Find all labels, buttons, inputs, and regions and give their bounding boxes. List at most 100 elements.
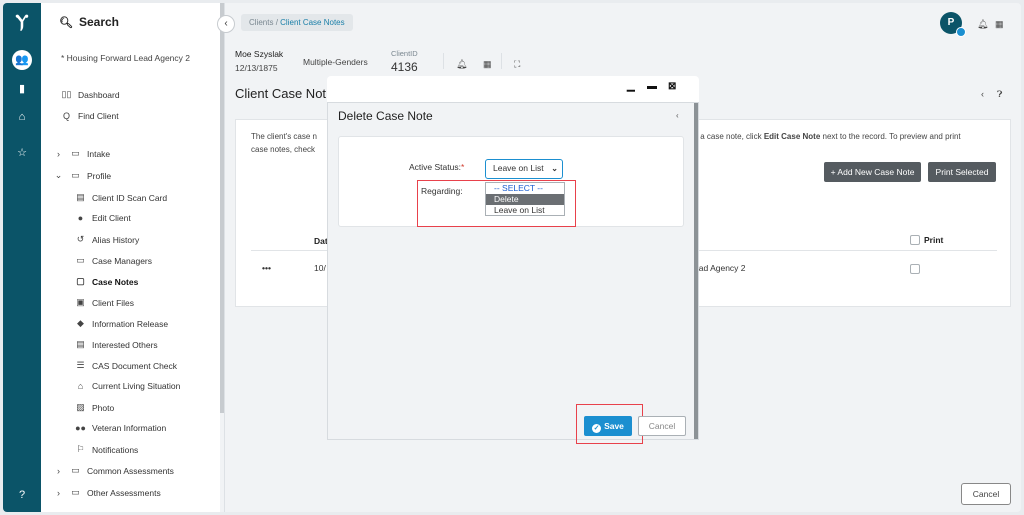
breadcrumb-clients[interactable]: Clients: [249, 18, 273, 27]
agency-name[interactable]: * Housing Forward Lead Agency 2: [61, 53, 190, 63]
left-rail: Ⲩ 👥 ▮ ⌂ ☆ ?: [3, 3, 41, 512]
collapse-icon[interactable]: ‹: [676, 111, 679, 120]
sidebar-item-client-files[interactable]: ▣ Client Files: [75, 297, 134, 308]
sidebar-item-profile[interactable]: ⌄ ▭ Profile: [53, 170, 111, 181]
active-status-select[interactable]: Leave on List ⌄: [485, 159, 563, 179]
sidebar-item-case-managers[interactable]: ▭ Case Managers: [75, 255, 152, 266]
home-icon[interactable]: ⌂: [12, 107, 32, 127]
modal-scroll-thumb[interactable]: [694, 103, 698, 439]
breadcrumb: Clients / Client Case Notes: [241, 14, 353, 31]
sidebar-search[interactable]: 🔍︎ Search: [59, 15, 119, 29]
client-dob: 12/13/1875: [235, 63, 278, 73]
folder-icon: ▭: [71, 170, 80, 180]
folder-icon: ▭: [76, 255, 85, 265]
bell-icon[interactable]: 🔔︎: [977, 19, 988, 30]
list-icon: ☰: [76, 360, 85, 370]
divider: [443, 53, 444, 69]
users-icon: ●●: [75, 423, 86, 433]
sidebar-item-client-id-scan-card[interactable]: ▤ Client ID Scan Card: [75, 192, 167, 203]
sidebar: 🔍︎ Search * Housing Forward Lead Agency 2…: [41, 3, 225, 512]
history-icon: ↺: [76, 234, 85, 244]
sidebar-item-current-living-situation[interactable]: ⌂ Current Living Situation: [75, 381, 181, 391]
breadcrumb-current[interactable]: Client Case Notes: [280, 18, 344, 27]
calendar-icon[interactable]: ▦: [995, 19, 1004, 30]
sidebar-item-case-notes[interactable]: ▢ Case Notes: [75, 276, 138, 287]
chevron-left-icon[interactable]: ‹: [981, 89, 984, 99]
row-agency: ead Agency 2: [694, 263, 746, 273]
help-icon[interactable]: ?: [12, 485, 32, 505]
column-header-print: Print: [924, 235, 944, 245]
calendar-icon[interactable]: ▦: [483, 59, 492, 70]
note-icon: ▢: [76, 276, 85, 286]
search-label: Search: [78, 15, 119, 29]
avatar-badge: [956, 27, 966, 37]
sidebar-item-find-client[interactable]: Q Find Client: [61, 111, 119, 121]
row-menu-button[interactable]: •••: [262, 263, 271, 273]
user-icon: ●: [77, 213, 84, 223]
folder-icon: ▭: [71, 487, 80, 497]
sidebar-item-interested-others[interactable]: ▤ Interested Others: [75, 339, 157, 350]
search-icon: 🔍︎: [59, 17, 73, 29]
sidebar-item-common-assessments[interactable]: › ▭ Common Assessments: [53, 465, 174, 476]
print-selected-button[interactable]: Print Selected: [928, 162, 996, 182]
divider: [501, 53, 502, 69]
check-icon: ✓: [592, 424, 602, 433]
shield-icon: ◆: [77, 318, 84, 328]
print-all-checkbox[interactable]: [910, 235, 920, 245]
clients-icon[interactable]: 👥: [12, 50, 32, 70]
modal-cancel-button[interactable]: Cancel: [638, 416, 686, 436]
sidebar-scrollbar[interactable]: [220, 3, 224, 512]
home-icon: ⌂: [77, 381, 84, 391]
chevron-left-icon: ‹: [224, 18, 228, 29]
app-logo-icon: Ⲩ: [15, 11, 29, 31]
intro-text-right: it a case note, click Edit Case Note nex…: [694, 132, 961, 141]
sidebar-item-edit-client[interactable]: ● Edit Client: [75, 213, 131, 223]
flag-icon: ⚐: [76, 444, 85, 454]
chevron-right-icon: ›: [57, 148, 60, 159]
sidebar-item-veteran-information[interactable]: ●● Veteran Information: [75, 423, 166, 433]
delete-case-note-modal: Delete Case Note ‹ Active Status:* Leave…: [327, 102, 699, 444]
image-icon: ▨: [76, 402, 85, 412]
client-name: Moe Szyslak: [235, 49, 284, 59]
client-id: 4136: [391, 60, 418, 74]
chevron-down-icon: ⌄: [551, 164, 558, 173]
id-card-icon: ▤: [76, 339, 85, 349]
file-icon: ▣: [76, 297, 85, 307]
client-id-label: ClientID: [391, 49, 418, 58]
star-icon[interactable]: ☆: [12, 143, 32, 163]
document-icon[interactable]: ▮: [12, 79, 32, 99]
cancel-button[interactable]: Cancel: [961, 483, 1011, 505]
app-window: Ⲩ 👥 ▮ ⌂ ☆ ? 🔍︎ Search * Housing Forward L…: [3, 3, 1021, 512]
help-icon[interactable]: ❓︎: [997, 89, 1002, 100]
row-date: 10/: [314, 263, 326, 273]
sidebar-item-notifications[interactable]: ⚐ Notifications: [75, 444, 138, 455]
sidebar-item-cas-document-check[interactable]: ☰ CAS Document Check: [75, 360, 177, 371]
sidebar-item-photo[interactable]: ▨ Photo: [75, 402, 114, 413]
add-case-note-button[interactable]: + Add New Case Note: [824, 162, 921, 182]
modal-scrollbar[interactable]: [694, 103, 698, 439]
folder-icon: ▭: [71, 148, 80, 158]
maximize-icon[interactable]: ▬: [647, 81, 657, 92]
minimize-icon[interactable]: ▁: [627, 81, 635, 92]
sidebar-scroll-thumb[interactable]: [220, 3, 224, 413]
chevron-right-icon: ›: [57, 487, 60, 498]
id-card-icon: ▤: [76, 192, 85, 202]
search-icon: Q: [62, 111, 70, 121]
save-button[interactable]: ✓ Save: [584, 416, 632, 436]
bell-icon[interactable]: 🔔︎: [456, 59, 467, 70]
sidebar-item-intake[interactable]: › ▭ Intake: [53, 148, 110, 159]
row-print-checkbox[interactable]: [910, 264, 920, 274]
column-header-date[interactable]: Dat: [314, 236, 328, 246]
collapse-sidebar-button[interactable]: ‹: [217, 15, 235, 33]
intro-text-line2: case notes, check: [251, 145, 316, 154]
sidebar-item-dashboard[interactable]: ▯▯ Dashboard: [61, 89, 120, 100]
sidebar-item-information-release[interactable]: ◆ Information Release: [75, 318, 168, 329]
active-status-label: Active Status:*: [409, 162, 465, 172]
sidebar-item-other-assessments[interactable]: › ▭ Other Assessments: [53, 487, 161, 498]
modal-title: Delete Case Note: [338, 109, 433, 123]
sidebar-item-alias-history[interactable]: ↺ Alias History: [75, 234, 140, 245]
close-icon[interactable]: ⊠: [668, 81, 676, 92]
modal-form-panel: Active Status:* Leave on List ⌄ Regarding…: [338, 136, 684, 227]
fullscreen-icon[interactable]: ⛶: [514, 59, 520, 70]
modal-window-bar: ▁ ▬ ⊠: [327, 76, 699, 102]
